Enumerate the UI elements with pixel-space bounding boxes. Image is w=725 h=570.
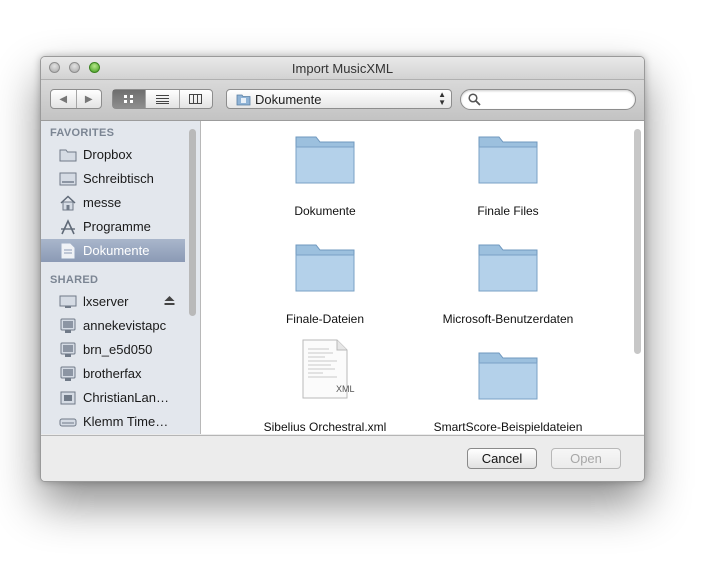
search-field[interactable] — [460, 89, 636, 110]
file-item-microsoft-benutzerdaten[interactable]: Microsoft-Benutzerdaten — [418, 239, 598, 339]
applications-icon — [61, 218, 75, 234]
pc-icon — [60, 342, 76, 357]
search-input[interactable] — [483, 92, 632, 108]
sidebar-item-label: Klemm Time… — [83, 414, 169, 429]
sidebar-item-lxserver[interactable]: lxserver — [41, 290, 185, 313]
sidebar-item-brotherfax[interactable]: brotherfax — [41, 362, 185, 385]
folder-icon — [295, 136, 355, 184]
file-item-sibelius-orchestral[interactable]: XML Sibelius Orchestral.xml — [235, 339, 415, 434]
toolbar: ◀ ▶ Dokumente ▲ ▼ — [41, 80, 644, 121]
list-view-icon — [155, 95, 169, 104]
file-name: SmartScore-Beispieldateien — [433, 420, 583, 434]
file-name: Finale-Dateien — [285, 312, 365, 326]
window-title: Import MusicXML — [291, 61, 394, 76]
file-name: Finale Files — [477, 204, 539, 218]
view-mode-control — [112, 89, 213, 109]
folder-icon — [295, 244, 355, 292]
file-item-smartscore-beispieldateien[interactable]: SmartScore-Beispieldateien — [418, 347, 598, 434]
icon-view-button[interactable] — [113, 90, 147, 108]
home-icon — [60, 194, 76, 210]
sidebar-item-brn-e5d050[interactable]: brn_e5d050 — [41, 338, 185, 361]
sidebar-item-label: lxserver — [83, 294, 129, 309]
sidebar-item-klemm-time[interactable]: Klemm Time… — [41, 410, 185, 433]
sidebar-item-label: brotherfax — [83, 366, 142, 381]
file-item-finale-files[interactable]: Finale Files — [418, 131, 598, 231]
sidebar-item-label: brn_e5d050 — [83, 342, 153, 357]
favorites-heading: FAVORITES — [50, 127, 115, 139]
folder-icon — [478, 352, 538, 400]
sidebar: FAVORITES Dropbox Schreibtisch messe Pro… — [41, 121, 201, 434]
documents-folder-icon — [236, 94, 251, 106]
sidebar-item-schreibtisch[interactable]: Schreibtisch — [41, 167, 185, 190]
documents-icon — [61, 243, 75, 258]
drive-icon — [59, 418, 77, 426]
file-item-finale-dateien[interactable]: Finale-Dateien — [235, 239, 415, 339]
open-button[interactable]: Open — [551, 448, 621, 469]
folder-icon — [478, 136, 538, 184]
sidebar-item-messe[interactable]: messe — [41, 191, 185, 214]
file-browser: Dokumente Finale Files Finale-Dateien Mi… — [201, 121, 644, 434]
sidebar-item-dropbox[interactable]: Dropbox — [41, 143, 185, 166]
list-view-button[interactable] — [146, 90, 180, 108]
shared-heading: SHARED — [50, 274, 99, 286]
file-name: Sibelius Orchestral.xml — [263, 420, 387, 434]
pc-icon — [60, 366, 76, 381]
sidebar-item-dokumente[interactable]: Dokumente — [41, 239, 185, 262]
back-forward-control: ◀ ▶ — [50, 89, 102, 109]
file-badge: XML — [336, 384, 355, 394]
sidebar-item-christianlan[interactable]: ChristianLan… — [41, 386, 185, 409]
sidebar-item-programme[interactable]: Programme — [41, 215, 185, 238]
file-name: Dokumente — [294, 204, 356, 218]
monitor-icon — [59, 295, 77, 308]
cancel-button[interactable]: Cancel — [467, 448, 537, 469]
button-bar: Cancel Open — [41, 435, 644, 481]
sidebar-item-label: messe — [83, 195, 122, 210]
folder-icon — [478, 244, 538, 292]
sidebar-scrollbar[interactable] — [189, 129, 196, 316]
location-label: Dokumente — [255, 92, 322, 107]
chevron-right-icon: ▶ — [84, 93, 93, 105]
column-view-button[interactable] — [180, 90, 212, 108]
back-button[interactable]: ◀ — [51, 90, 77, 108]
chevron-left-icon: ◀ — [59, 93, 68, 105]
content-scrollbar[interactable] — [634, 129, 641, 354]
file-item-dokumente[interactable]: Dokumente — [235, 131, 415, 231]
sidebar-item-annekevistapc[interactable]: annekevistapc — [41, 314, 185, 337]
title-bar: Import MusicXML — [41, 57, 644, 80]
sidebar-item-label: annekevistapc — [83, 318, 167, 333]
sidebar-item-label: Schreibtisch — [83, 171, 154, 186]
pc-icon — [60, 318, 76, 333]
icon-view-icon — [124, 95, 134, 103]
sidebar-item-label: Dropbox — [83, 147, 133, 162]
file-name: Microsoft-Benutzerdaten — [442, 312, 574, 326]
server-icon — [60, 391, 76, 404]
popup-arrows-icon: ▲ ▼ — [438, 90, 446, 107]
forward-button[interactable]: ▶ — [77, 90, 102, 108]
column-view-icon — [189, 94, 203, 104]
eject-icon[interactable] — [164, 295, 175, 306]
folder-icon — [59, 149, 77, 161]
desktop-icon — [59, 172, 77, 185]
sidebar-item-label: Programme — [83, 219, 151, 234]
search-icon — [468, 93, 481, 106]
import-dialog: Import MusicXML ◀ ▶ Dokumente ▲ ▼ FAVORI… — [40, 56, 645, 482]
sidebar-item-label: ChristianLan… — [83, 390, 169, 405]
sidebar-item-label: Dokumente — [83, 243, 150, 258]
location-popup[interactable]: Dokumente ▲ ▼ — [226, 89, 452, 109]
